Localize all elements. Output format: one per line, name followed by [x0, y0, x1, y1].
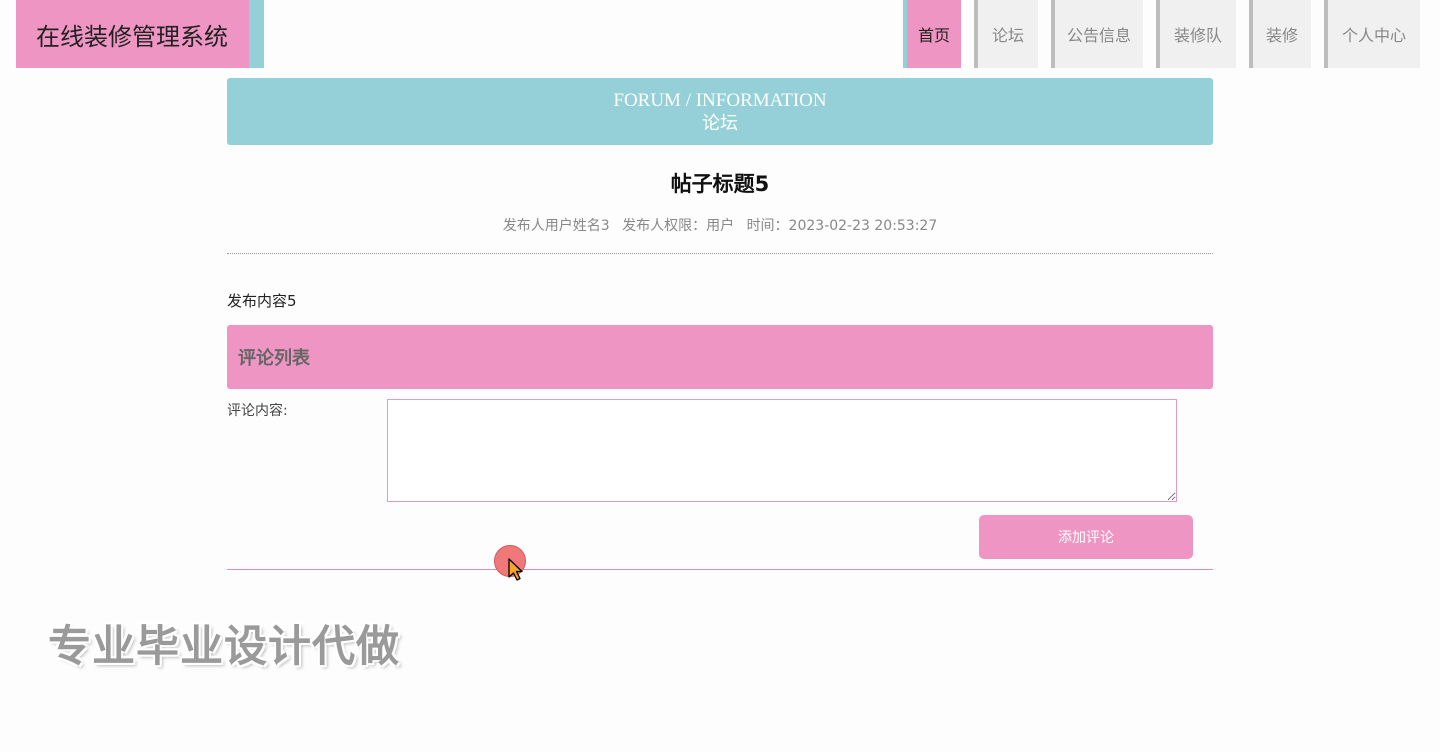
- post-author: 发布人用户姓名3: [502, 218, 610, 234]
- post-meta: 发布人用户姓名3 发布人权限：用户 时间：2023-02-23 20:53:27: [227, 215, 1213, 235]
- page: 在线装修管理系统 首页 论坛 公告信息 装修队 装修 个人中心 FORUM / …: [0, 0, 1440, 752]
- section-banner: FORUM / INFORMATION 论坛: [227, 78, 1213, 145]
- post-time: 时间：2023-02-23 20:53:27: [746, 218, 938, 234]
- post-content: 发布内容5: [227, 292, 297, 310]
- site-title: 在线装修管理系统: [36, 22, 228, 51]
- mouse-cursor-icon: [508, 558, 523, 581]
- comment-input-label: 评论内容:: [227, 403, 288, 419]
- banner-chinese: 论坛: [702, 112, 738, 134]
- nav-item-teams[interactable]: 装修队: [1156, 0, 1236, 68]
- site-logo[interactable]: 在线装修管理系统: [16, 0, 264, 68]
- comment-section-title: 评论列表: [238, 348, 310, 369]
- nav-item-home[interactable]: 首页: [903, 0, 961, 68]
- nav-item-notices[interactable]: 公告信息: [1051, 0, 1143, 68]
- nav-item-forum[interactable]: 论坛: [974, 0, 1038, 68]
- watermark-text: 专业毕业设计代做: [48, 622, 400, 672]
- nav-item-profile[interactable]: 个人中心: [1324, 0, 1420, 68]
- nav-item-decoration[interactable]: 装修: [1249, 0, 1311, 68]
- banner-english: FORUM / INFORMATION: [613, 89, 827, 111]
- top-nav: 首页 论坛 公告信息 装修队 装修 个人中心: [890, 0, 1420, 68]
- divider: [227, 253, 1213, 254]
- divider: [227, 569, 1213, 570]
- comment-section-header: 评论列表: [227, 325, 1213, 389]
- add-comment-button[interactable]: 添加评论: [979, 515, 1193, 559]
- post-title: 帖子标题5: [670, 172, 770, 196]
- post-role: 发布人权限：用户: [622, 218, 735, 234]
- comment-input[interactable]: [387, 399, 1177, 502]
